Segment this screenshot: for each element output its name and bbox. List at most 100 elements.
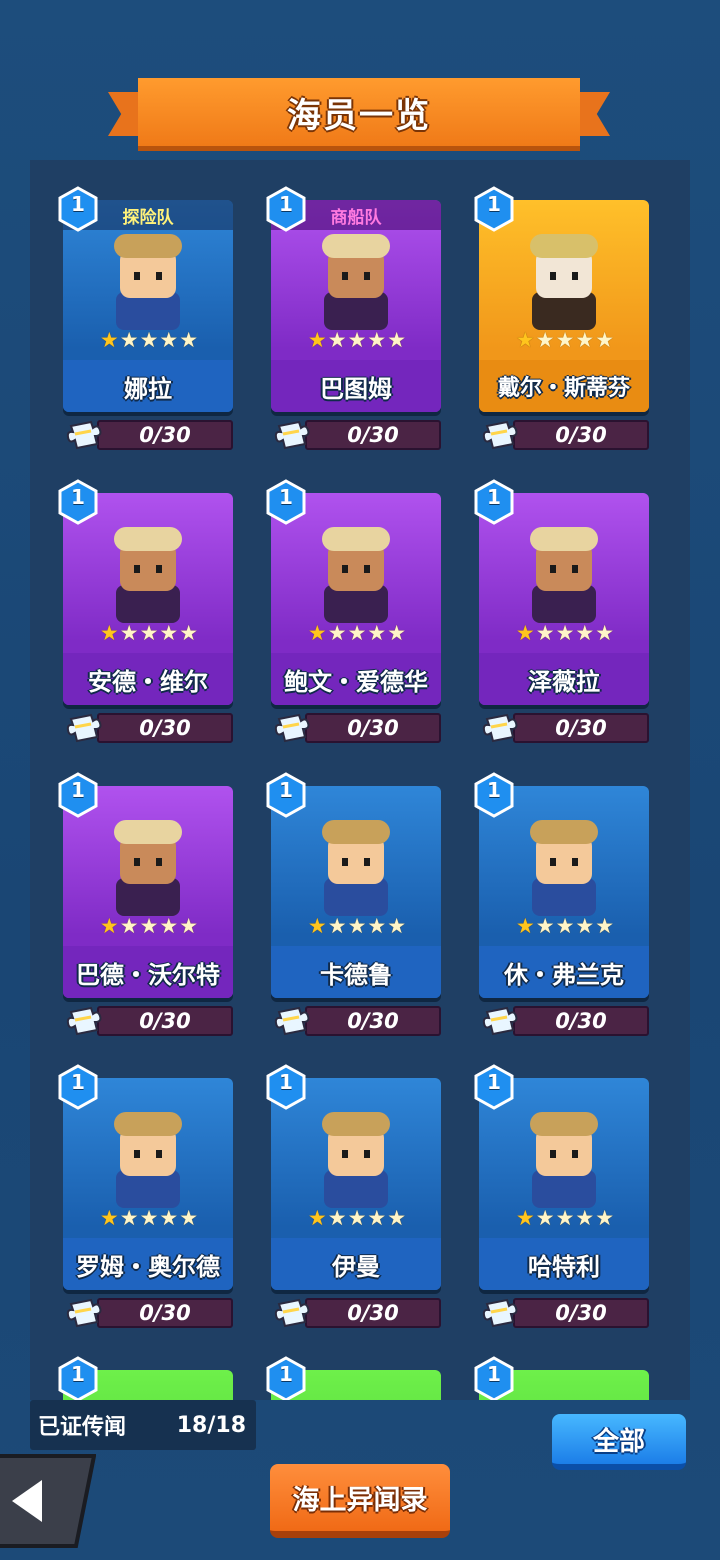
puzzle-piece-icon	[65, 1292, 109, 1332]
verified-rumors-count: 18/18	[176, 1412, 246, 1438]
star-rating: ★ ★ ★ ★ ★	[297, 1206, 417, 1230]
level-number: 1	[71, 485, 85, 509]
star-icon: ★	[159, 1206, 179, 1230]
star-rating: ★ ★ ★ ★ ★	[297, 914, 417, 938]
star-icon: ★	[575, 1206, 595, 1230]
star-icon: ★	[555, 621, 575, 645]
crew-portrait	[530, 1112, 598, 1208]
star-icon: ★	[139, 1206, 159, 1230]
level-badge: 1	[265, 1064, 307, 1110]
crew-card[interactable]: 1	[266, 1356, 441, 1400]
star-icon: ★	[119, 328, 139, 352]
title-banner: 海员一览	[108, 78, 610, 152]
puzzle-piece-icon	[481, 707, 525, 747]
verified-rumors-label: 已证传闻	[38, 1415, 127, 1440]
star-icon: ★	[535, 914, 555, 938]
banner-main: 海员一览	[138, 78, 580, 151]
star-icon: ★	[535, 1206, 555, 1230]
star-rating: ★ ★ ★ ★ ★	[89, 328, 209, 352]
star-icon: ★	[555, 1206, 575, 1230]
crew-name: 戴尔・斯蒂芬	[479, 360, 649, 412]
star-icon: ★	[179, 914, 199, 938]
puzzle-piece-icon	[273, 414, 317, 454]
star-icon: ★	[515, 1206, 535, 1230]
crew-grid[interactable]: 探险队 ★ ★ ★ ★ ★ 娜拉 1 0/30 商船队 ★ ★ ★ ★ ★ 巴图姆 1 0/30 ★ ★ ★ ★ ★ 戴尔・斯…	[30, 160, 690, 1400]
star-icon: ★	[367, 914, 387, 938]
star-icon: ★	[179, 621, 199, 645]
star-rating: ★ ★ ★ ★ ★	[505, 621, 625, 645]
level-number: 1	[487, 1362, 501, 1386]
star-icon: ★	[139, 621, 159, 645]
level-number: 1	[279, 778, 293, 802]
crew-portrait	[114, 820, 182, 916]
crew-card[interactable]: 1	[58, 1356, 233, 1400]
star-icon: ★	[535, 328, 555, 352]
star-icon: ★	[555, 328, 575, 352]
puzzle-piece-icon	[65, 414, 109, 454]
sea-tales-button[interactable]: 海上异闻录	[270, 1464, 450, 1538]
crew-card[interactable]: ★ ★ ★ ★ ★ 戴尔・斯蒂芬 1 0/30	[474, 186, 649, 450]
level-badge: 1	[57, 772, 99, 818]
star-icon: ★	[119, 914, 139, 938]
star-icon: ★	[387, 328, 407, 352]
crew-portrait	[514, 1390, 614, 1400]
star-rating: ★ ★ ★ ★ ★	[505, 914, 625, 938]
star-icon: ★	[159, 328, 179, 352]
star-icon: ★	[515, 328, 535, 352]
level-number: 1	[487, 192, 501, 216]
crew-card[interactable]: ★ ★ ★ ★ ★ 休・弗兰克 1 0/30	[474, 772, 649, 1036]
star-icon: ★	[575, 328, 595, 352]
crew-card[interactable]: ★ ★ ★ ★ ★ 哈特利 1 0/30	[474, 1064, 649, 1328]
crew-card[interactable]: ★ ★ ★ ★ ★ 伊曼 1 0/30	[266, 1064, 441, 1328]
level-badge: 1	[57, 1064, 99, 1110]
crew-card[interactable]: 探险队 ★ ★ ★ ★ ★ 娜拉 1 0/30	[58, 186, 233, 450]
crew-card[interactable]: 1	[474, 1356, 649, 1400]
level-badge: 1	[57, 1356, 99, 1400]
fragment-progress: 0/30	[305, 420, 441, 450]
fragment-progress: 0/30	[305, 1006, 441, 1036]
crew-card[interactable]: ★ ★ ★ ★ ★ 巴德・沃尔特 1 0/30	[58, 772, 233, 1036]
fragment-progress: 0/30	[97, 1006, 233, 1036]
level-number: 1	[279, 192, 293, 216]
star-icon: ★	[347, 328, 367, 352]
crew-portrait	[322, 820, 390, 916]
level-number: 1	[279, 1362, 293, 1386]
star-icon: ★	[99, 621, 119, 645]
star-icon: ★	[327, 914, 347, 938]
star-icon: ★	[159, 621, 179, 645]
back-arrow-icon	[0, 1454, 97, 1548]
back-button[interactable]	[0, 1452, 97, 1550]
puzzle-piece-icon	[65, 1000, 109, 1040]
level-number: 1	[487, 1070, 501, 1094]
crew-portrait	[114, 527, 182, 623]
level-badge: 1	[265, 772, 307, 818]
star-icon: ★	[575, 914, 595, 938]
filter-all-button[interactable]: 全部	[552, 1414, 686, 1470]
crew-card[interactable]: ★ ★ ★ ★ ★ 安德・维尔 1 0/30	[58, 479, 233, 743]
crew-portrait	[114, 234, 182, 330]
star-rating: ★ ★ ★ ★ ★	[89, 1206, 209, 1230]
crew-name: 哈特利	[479, 1238, 649, 1290]
crew-portrait	[322, 527, 390, 623]
star-icon: ★	[119, 621, 139, 645]
crew-card[interactable]: ★ ★ ★ ★ ★ 卡德鲁 1 0/30	[266, 772, 441, 1036]
crew-card[interactable]: ★ ★ ★ ★ ★ 鲍文・爱德华 1 0/30	[266, 479, 441, 743]
star-icon: ★	[99, 328, 119, 352]
crew-name: 泽薇拉	[479, 653, 649, 705]
crew-portrait	[530, 234, 598, 330]
crew-portrait	[530, 527, 598, 623]
crew-card[interactable]: ★ ★ ★ ★ ★ 泽薇拉 1 0/30	[474, 479, 649, 743]
star-rating: ★ ★ ★ ★ ★	[505, 1206, 625, 1230]
star-icon: ★	[367, 328, 387, 352]
star-icon: ★	[99, 914, 119, 938]
crew-name: 休・弗兰克	[479, 946, 649, 998]
crew-card[interactable]: ★ ★ ★ ★ ★ 罗姆・奥尔德 1 0/30	[58, 1064, 233, 1328]
level-number: 1	[487, 485, 501, 509]
fragment-progress: 0/30	[513, 420, 649, 450]
star-icon: ★	[139, 328, 159, 352]
crew-card[interactable]: 商船队 ★ ★ ★ ★ ★ 巴图姆 1 0/30	[266, 186, 441, 450]
level-badge: 1	[473, 1064, 515, 1110]
puzzle-piece-icon	[273, 1292, 317, 1332]
level-badge: 1	[265, 479, 307, 525]
level-number: 1	[71, 778, 85, 802]
